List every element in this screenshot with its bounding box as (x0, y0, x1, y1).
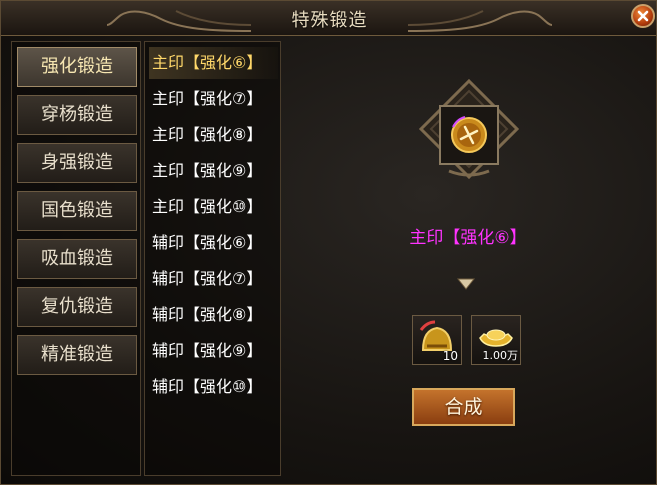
compose-button[interactable]: 合成 (412, 388, 515, 426)
recipe-item[interactable]: 主印【强化⑧】 (149, 119, 278, 151)
tab-shenqiang[interactable]: 身强锻造 (17, 143, 137, 183)
tab-qianghua[interactable]: 强化锻造 (17, 47, 137, 87)
target-item-name: 主印【强化⑥】 (409, 228, 527, 248)
forge-detail-panel: 主印【强化⑥】 10 1.00万 合成 (283, 41, 653, 476)
recipe-item[interactable]: 主印【强化⑨】 (149, 155, 278, 187)
target-item-slot[interactable] (439, 105, 499, 165)
tab-guose[interactable]: 国色锻造 (17, 191, 137, 231)
recipe-item[interactable]: 辅印【强化⑥】 (149, 227, 278, 259)
recipe-item[interactable]: 辅印【强化⑧】 (149, 299, 278, 331)
material-qty: 1.00万 (482, 349, 519, 362)
recipe-item[interactable]: 辅印【强化⑩】 (149, 371, 278, 403)
recipe-item[interactable]: 辅印【强化⑨】 (149, 335, 278, 367)
seal-icon (451, 116, 487, 153)
window-title: 特殊锻造 (291, 10, 368, 31)
close-icon (637, 10, 649, 22)
forge-type-tabs: 强化锻造 穿杨锻造 身强锻造 国色锻造 吸血锻造 复仇锻造 精准锻造 (11, 41, 141, 476)
material-slot-helmet[interactable]: 10 (412, 315, 462, 365)
recipe-item[interactable]: 主印【强化⑥】 (149, 47, 278, 79)
tab-chuanyang[interactable]: 穿杨锻造 (17, 95, 137, 135)
forge-window: 特殊锻造 强化锻造 穿杨锻造 身强锻造 国色锻造 吸血锻造 复仇锻造 精准锻造 … (0, 0, 657, 485)
material-slot-gold[interactable]: 1.00万 (471, 315, 521, 365)
recipe-item[interactable]: 主印【强化⑩】 (149, 191, 278, 223)
recipe-item[interactable]: 辅印【强化⑦】 (149, 263, 278, 295)
arrow-down-icon (457, 278, 475, 290)
tab-fuchou[interactable]: 复仇锻造 (17, 287, 137, 327)
tab-jingzhun[interactable]: 精准锻造 (17, 335, 137, 375)
tab-xixue[interactable]: 吸血锻造 (17, 239, 137, 279)
material-qty: 10 (442, 349, 458, 363)
recipe-item[interactable]: 主印【强化⑦】 (149, 83, 278, 115)
close-button[interactable] (631, 4, 655, 28)
recipe-list: 主印【强化⑥】 主印【强化⑦】 主印【强化⑧】 主印【强化⑨】 主印【强化⑩】 … (144, 41, 281, 476)
title-bar: 特殊锻造 (1, 1, 656, 36)
